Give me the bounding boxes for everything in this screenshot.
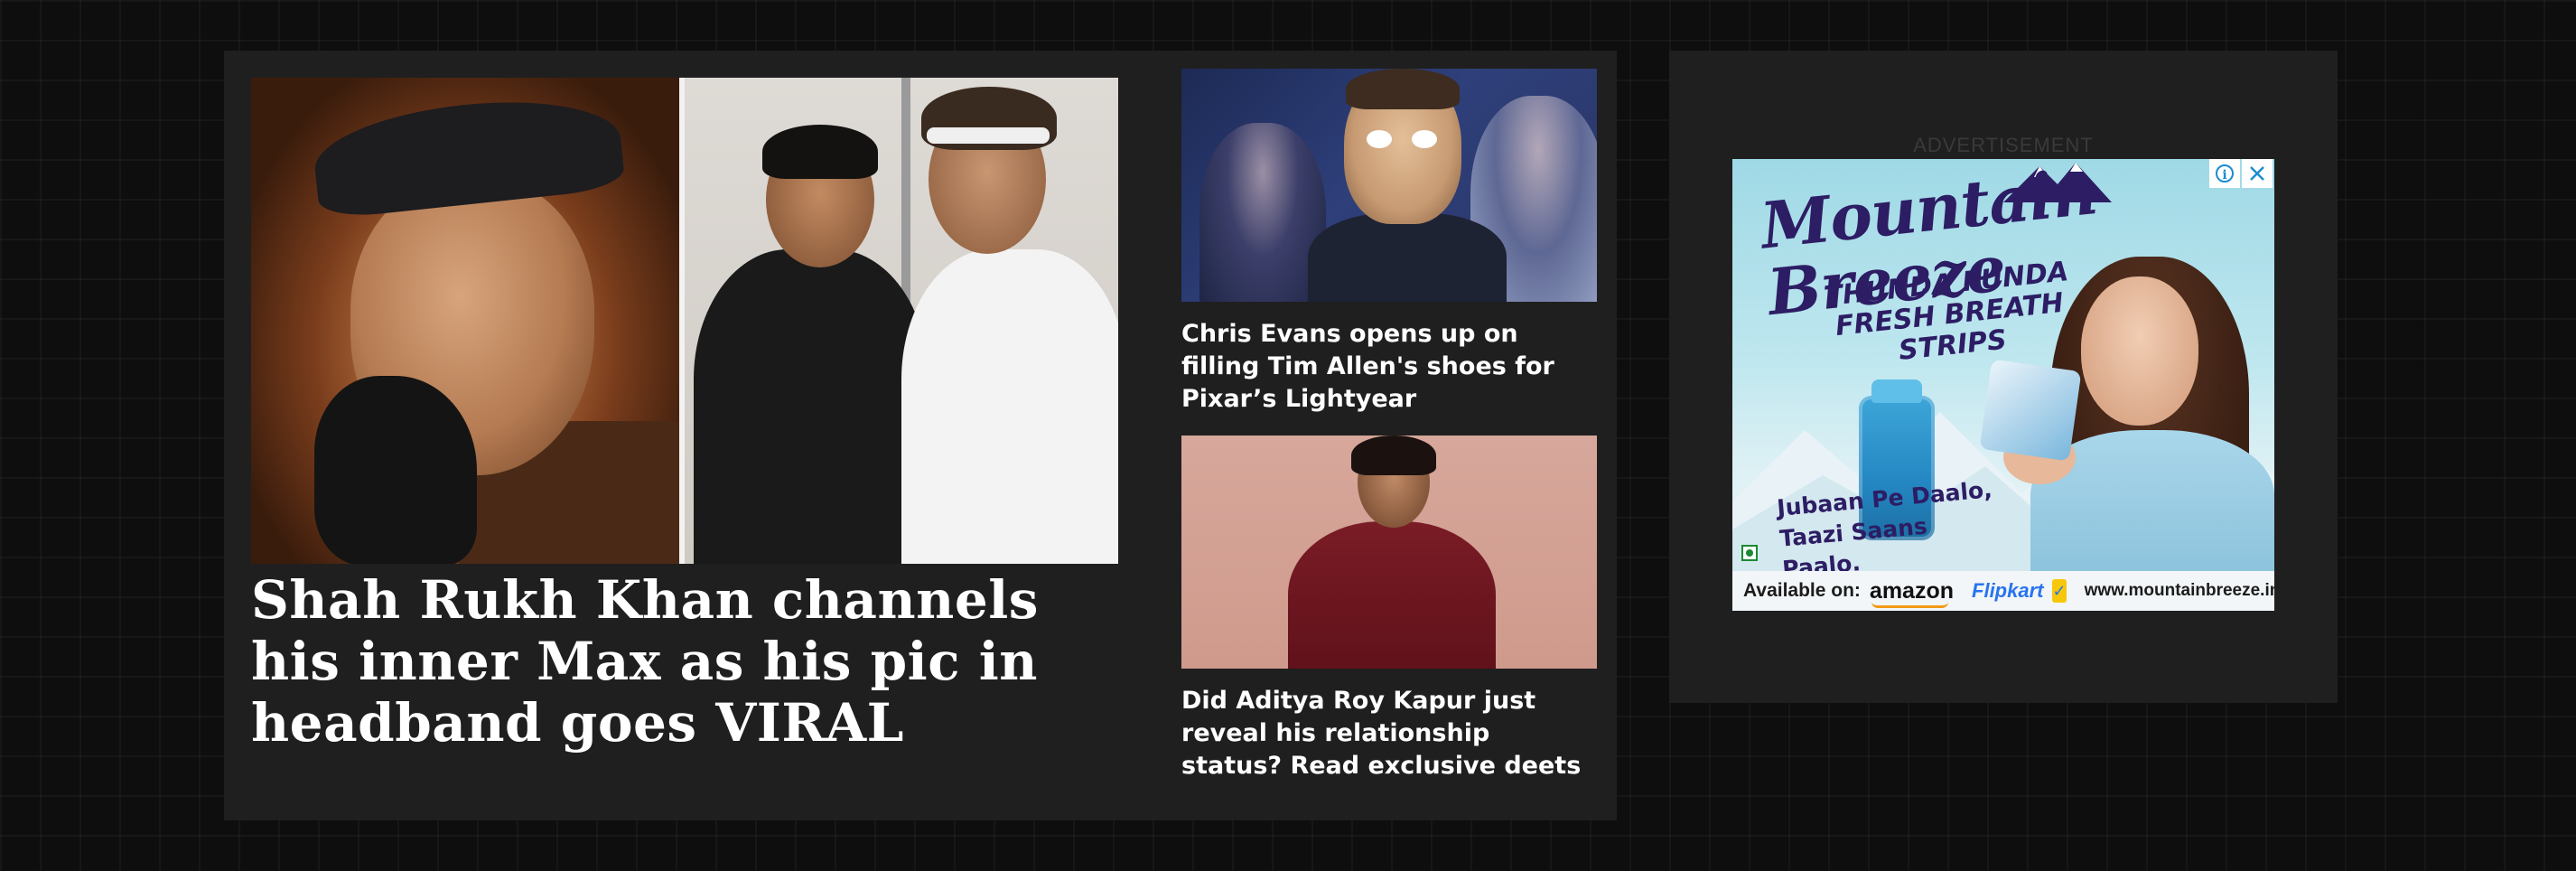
lightyear-man-left [1199,123,1326,302]
main-story-link[interactable]: Shah Rukh Khan channels his inner Max as… [251,78,1118,754]
close-icon-glyph [2250,166,2264,181]
hero-right-person2-headband [927,127,1050,144]
news-panel: Shah Rukh Khan channels his inner Max as… [224,51,1617,820]
main-story-title[interactable]: Shah Rukh Khan channels his inner Max as… [251,569,1118,754]
lightyear-buzz-hair [1346,69,1460,109]
ad-creative[interactable]: Mountain Breeze THUNDA FUNDA FRESH BREAT… [1732,159,2274,611]
lightyear-buzz-eye-right [1412,130,1437,148]
side-story-image[interactable] [1181,436,1597,669]
side-story-title[interactable]: Chris Evans opens up on filling Tim Alle… [1181,318,1597,416]
hero-left-glove [314,376,477,564]
ad-info-glyph: i [2216,164,2234,183]
side-story-title[interactable]: Did Aditya Roy Kapur just reveal his rel… [1181,685,1597,782]
ad-product-pack [1979,359,2082,462]
main-story-image[interactable] [251,78,1118,564]
flipkart-cart-icon: ✓ [2052,579,2067,603]
veg-mark-icon [1741,545,1758,561]
lightyear-buzz-eye-left [1367,130,1392,148]
ad-amazon-logo: amazon [1869,577,1955,608]
ad-flipkart-logo: Flipkart [1972,579,2044,602]
side-story-lightyear[interactable]: Chris Evans opens up on filling Tim Alle… [1181,69,1597,416]
side-story-aditya[interactable]: Did Aditya Roy Kapur just reveal his rel… [1181,436,1597,782]
ad-slogan: Jubaan Pe Daalo, Taazi Saans Paalo. [1776,476,1993,583]
hero-left-headband [310,89,626,220]
ad-info-icon[interactable]: i [2209,159,2240,188]
hero-right-person1-hair [762,125,878,179]
ad-choices: i [2209,159,2273,188]
hero-right-person2-body [901,249,1118,564]
side-story-image[interactable] [1181,69,1597,302]
hero-photo-left [251,78,679,564]
advertisement-panel: ADVERTISEMENT Mountain Breeze THUNDA FUN… [1669,51,2338,703]
ad-available-on: Available on: [1743,580,1861,601]
aditya-hair [1351,436,1436,475]
aditya-body [1288,521,1496,669]
advertisement-label: ADVERTISEMENT [1913,134,2094,156]
ad-retailer-bar: Available on: amazon Flipkart ✓ www.moun… [1732,571,2274,611]
ad-model-face [2081,276,2198,426]
hero-photo-right [685,78,1118,564]
hero-right-person1-body [694,249,929,564]
lightyear-buzz-body [1308,213,1507,302]
close-icon[interactable] [2242,159,2273,188]
ad-website: www.mountainbreeze.in [2084,581,2274,600]
